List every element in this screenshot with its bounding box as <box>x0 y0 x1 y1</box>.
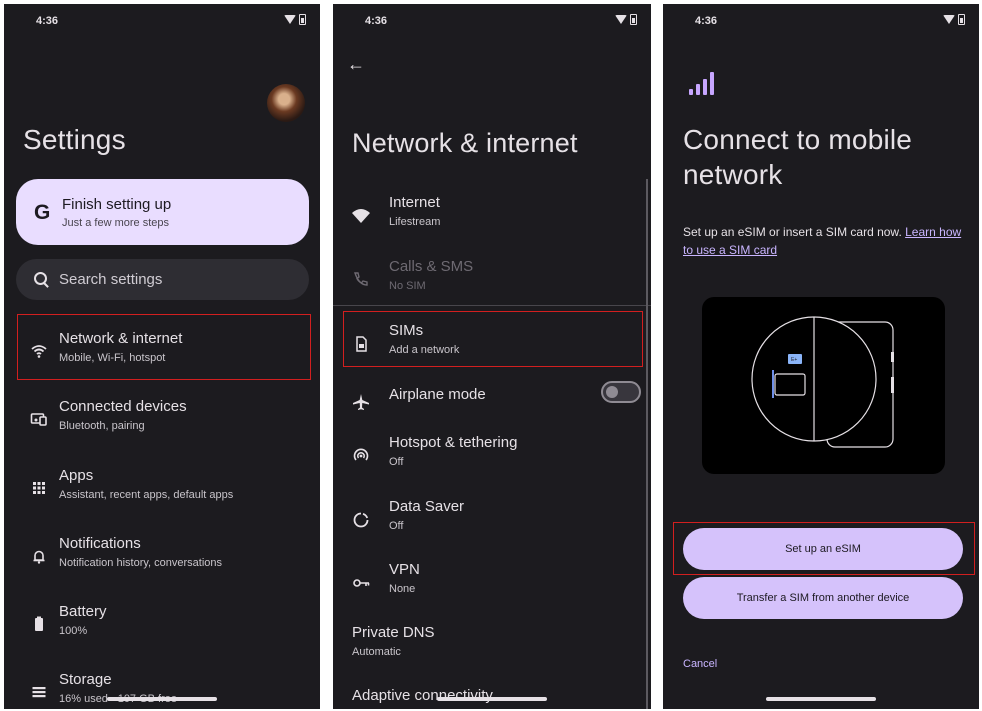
search-settings-bar[interactable]: Search settings <box>16 259 309 300</box>
network-item-subtitle: Off <box>389 520 404 532</box>
network-item-subtitle: Off <box>389 456 404 468</box>
scrollbar[interactable] <box>646 179 648 709</box>
status-bar: 4:36 <box>4 14 320 30</box>
wifi-status-icon <box>615 15 627 24</box>
battery-icon <box>30 615 48 633</box>
settings-item-subtitle: Assistant, recent apps, default apps <box>59 489 234 501</box>
network-item-subtitle: None <box>389 583 416 595</box>
settings-item-notifications[interactable]: Notifications Notification history, conv… <box>4 527 320 583</box>
page-title: Network & internet <box>352 128 578 158</box>
gesture-nav-bar[interactable] <box>437 697 547 701</box>
connect-mobile-network-screen: 4:36 Connect to mobile network Set up an… <box>663 4 979 709</box>
network-item-title: Adaptive connectivity <box>352 687 493 704</box>
settings-item-connected-devices[interactable]: Connected devices Bluetooth, pairing <box>4 390 320 446</box>
apps-grid-icon <box>30 479 48 497</box>
transfer-sim-button[interactable]: Transfer a SIM from another device <box>683 577 963 619</box>
network-item-title: Internet <box>389 194 440 211</box>
airplane-mode-toggle[interactable] <box>601 381 641 403</box>
highlight-network-internet <box>17 314 311 380</box>
settings-item-title: Notifications <box>59 535 141 552</box>
settings-item-title: Storage <box>59 671 112 688</box>
status-time: 4:36 <box>365 15 388 27</box>
network-internet-screen: 4:36 ← Network & internet Internet Lifes… <box>333 4 651 709</box>
signal-bar <box>696 84 700 95</box>
storage-icon <box>30 683 48 701</box>
phone-sim-graphic <box>751 316 894 448</box>
google-icon: G <box>34 201 51 224</box>
avatar[interactable] <box>267 84 305 122</box>
page-title: Settings <box>23 124 126 155</box>
network-item-calls-sms: Calls & SMS No SIM <box>333 254 651 310</box>
back-arrow-icon[interactable]: ← <box>347 54 365 75</box>
network-item-title: Calls & SMS <box>389 258 474 275</box>
settings-item-title: Connected devices <box>59 398 187 415</box>
battery-status-icon <box>630 14 637 25</box>
status-time: 4:36 <box>36 15 59 27</box>
settings-item-subtitle: 100% <box>59 625 88 637</box>
network-item-hotspot[interactable]: Hotspot & tethering Off <box>333 430 651 486</box>
airplane-icon <box>351 392 371 412</box>
status-time: 4:36 <box>695 15 718 27</box>
esim-badge: E+ <box>791 357 798 363</box>
bell-icon <box>30 547 48 565</box>
network-item-title: Private DNS <box>352 624 435 641</box>
devices-icon <box>30 410 48 428</box>
cancel-button[interactable]: Cancel <box>683 658 717 670</box>
search-icon <box>34 272 47 285</box>
network-item-subtitle: No SIM <box>389 280 426 292</box>
divider <box>333 305 651 306</box>
settings-item-subtitle: Bluetooth, pairing <box>59 420 145 432</box>
cell-signal-icon <box>689 72 714 95</box>
finish-setup-card[interactable]: G Finish setting up Just a few more step… <box>16 179 309 245</box>
wifi-icon <box>351 206 371 226</box>
settings-item-title: Battery <box>59 603 107 620</box>
settings-item-apps[interactable]: Apps Assistant, recent apps, default app… <box>4 459 320 515</box>
battery-status-icon <box>299 14 306 25</box>
signal-bar <box>710 72 714 95</box>
wifi-status-icon <box>284 15 296 24</box>
network-item-title: Hotspot & tethering <box>389 434 518 451</box>
search-placeholder: Search settings <box>59 271 163 288</box>
battery-status-icon <box>958 14 965 25</box>
network-item-vpn[interactable]: VPN None <box>333 557 651 613</box>
gesture-nav-bar[interactable] <box>107 697 217 701</box>
settings-screen: 4:36 Settings G Finish setting up Just a… <box>4 4 320 709</box>
settings-item-subtitle: Notification history, conversations <box>59 557 223 569</box>
status-bar: 4:36 <box>663 14 979 30</box>
network-item-data-saver[interactable]: Data Saver Off <box>333 494 651 550</box>
settings-item-battery[interactable]: Battery 100% <box>4 595 320 651</box>
settings-item-title: Apps <box>59 467 94 484</box>
signal-bar <box>689 89 693 95</box>
wifi-status-icon <box>943 15 955 24</box>
data-saver-icon <box>351 510 371 530</box>
highlight-set-up-esim <box>673 522 975 575</box>
finish-setup-subtitle: Just a few more steps <box>62 217 169 229</box>
calls-sms-icon <box>351 270 371 290</box>
network-item-title: VPN <box>389 561 420 578</box>
network-item-title: Data Saver <box>389 498 465 515</box>
page-title: Connect to mobile network <box>683 122 912 192</box>
page-title-line-1: Connect to mobile <box>683 124 913 155</box>
settings-item-storage[interactable]: Storage 16% used - 107 GB free <box>4 663 320 709</box>
signal-bar <box>703 79 707 95</box>
sim-illustration: E+ <box>702 297 945 474</box>
network-item-internet[interactable]: Internet Lifestream <box>333 190 651 246</box>
network-item-private-dns[interactable]: Private DNS Automatic <box>333 620 651 676</box>
network-item-subtitle: Lifestream <box>389 216 441 228</box>
description-text: Set up an eSIM or insert a SIM card now. <box>683 225 902 239</box>
vpn-key-icon <box>351 573 371 593</box>
finish-setup-title: Finish setting up <box>62 196 172 213</box>
gesture-nav-bar[interactable] <box>766 697 876 701</box>
network-item-title: Airplane mode <box>389 386 486 403</box>
hotspot-icon <box>351 446 371 466</box>
toggle-knob <box>606 386 618 398</box>
page-title-line-2: network <box>683 159 783 190</box>
highlight-sims <box>343 311 643 367</box>
network-item-subtitle: Automatic <box>352 646 401 658</box>
status-bar: 4:36 <box>333 14 651 30</box>
network-item-adaptive-connectivity[interactable]: Adaptive connectivity <box>333 683 651 709</box>
description: Set up an eSIM or insert a SIM card now.… <box>683 223 973 259</box>
